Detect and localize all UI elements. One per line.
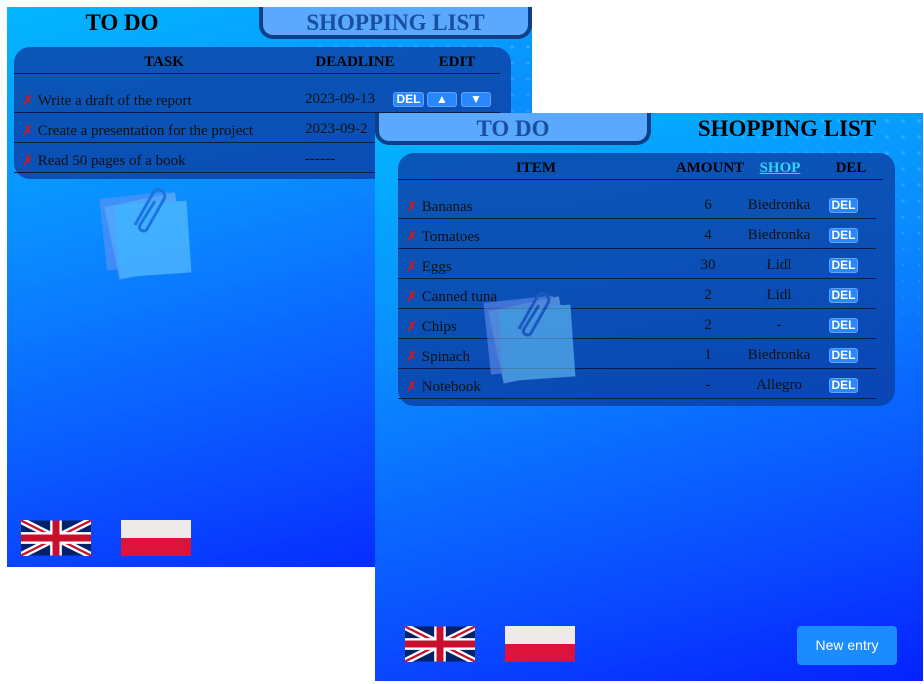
remove-icon[interactable]: ✗ [406,229,418,245]
row-divider [398,368,876,369]
poland-flag-icon[interactable] [121,520,191,556]
shopping-list-window: TO DO SHOPPING LIST ITEM AMOUNT SHOP DEL… [375,113,923,681]
tab-shopping-list[interactable]: SHOPPING LIST [259,7,532,39]
task-text: Read 50 pages of a book [37,153,186,169]
row-divider [398,338,876,339]
item-amount: 4 [704,227,712,243]
list-item: ✗ Notebook [406,379,481,396]
sticky-notes-icon [483,292,576,384]
item-shop: Biedronka [747,197,811,213]
header-amount: AMOUNT [675,160,745,176]
remove-icon[interactable]: ✗ [406,289,418,305]
row-divider [398,278,876,279]
item-shop: Biedronka [747,347,811,363]
item-name: Tomatoes [421,229,480,245]
table-row: ✗ Create a presentation for the project [22,123,253,140]
header-item: ITEM [515,160,556,176]
shopping-table: ITEM AMOUNT SHOP DEL ✗ Bananas 6 Biedronka D… [398,153,895,406]
move-up-button[interactable]: ▲ [427,92,457,107]
remove-icon[interactable]: ✗ [406,319,418,335]
table-row: ✗ Write a draft of the report [22,93,192,110]
header-delete: DEL [835,160,867,176]
uk-flag-icon[interactable] [21,520,91,556]
item-shop: Lidl [766,257,792,273]
sticky-notes-icon [99,188,192,280]
item-shop: Lidl [766,287,792,303]
remove-icon[interactable]: ✗ [406,379,418,395]
row-divider [398,398,876,399]
task-deadline: 2023-09-13 [305,91,375,107]
delete-button[interactable]: DEL [829,288,858,303]
uk-flag-icon[interactable] [405,626,475,662]
remove-icon[interactable]: ✗ [406,199,418,215]
tab-todo[interactable]: TO DO [7,7,237,39]
header-divider [14,73,500,74]
remove-icon[interactable]: ✗ [406,259,418,275]
task-text: Write a draft of the report [37,93,192,109]
delete-button[interactable]: DEL [829,348,858,363]
header-task: TASK [144,54,184,70]
list-item: ✗ Bananas [406,199,473,216]
item-amount: 2 [704,287,712,303]
row-divider [398,248,876,249]
task-deadline: ------ [305,151,335,167]
remove-icon[interactable]: ✗ [22,153,34,169]
delete-button[interactable]: DEL [829,318,858,333]
delete-button[interactable]: DEL [829,258,858,273]
header-edit: EDIT [438,54,476,70]
task-text: Create a presentation for the project [37,123,254,139]
remove-icon[interactable]: ✗ [22,93,34,109]
tab-shopping-list[interactable]: SHOPPING LIST [675,113,899,145]
header-deadline: DEADLINE [315,54,395,70]
list-item: ✗ Spinach [406,349,470,366]
item-amount: 6 [704,197,712,213]
delete-button[interactable]: DEL [393,92,424,107]
task-deadline: 2023-09-2 [305,121,368,137]
item-name: Eggs [421,259,452,275]
list-item: ✗ Chips [406,319,457,336]
item-name: Bananas [421,199,473,215]
item-amount: - [705,377,711,393]
remove-icon[interactable]: ✗ [22,123,34,139]
header-shop-sort-link[interactable]: SHOP [755,160,805,177]
item-amount: 1 [704,347,712,363]
item-amount: 2 [704,317,712,333]
item-name: Chips [421,319,457,335]
delete-button[interactable]: DEL [829,228,858,243]
list-item: ✗ Eggs [406,259,452,276]
new-entry-button[interactable]: New entry [797,626,897,665]
row-divider [398,218,876,219]
table-row: ✗ Read 50 pages of a book [22,153,186,170]
list-item: ✗ Tomatoes [406,229,480,246]
move-down-button[interactable]: ▼ [461,92,491,107]
remove-icon[interactable]: ✗ [406,349,418,365]
row-divider [398,308,876,309]
item-name: Spinach [421,349,471,365]
delete-button[interactable]: DEL [829,378,858,393]
item-name: Notebook [421,379,481,395]
tab-todo[interactable]: TO DO [375,113,651,145]
delete-button[interactable]: DEL [829,198,858,213]
header-divider [398,179,883,180]
item-shop: Allegro [756,377,802,393]
poland-flag-icon[interactable] [505,626,575,662]
item-shop: - [776,317,782,333]
item-shop: Biedronka [747,227,811,243]
item-amount: 30 [700,257,716,273]
